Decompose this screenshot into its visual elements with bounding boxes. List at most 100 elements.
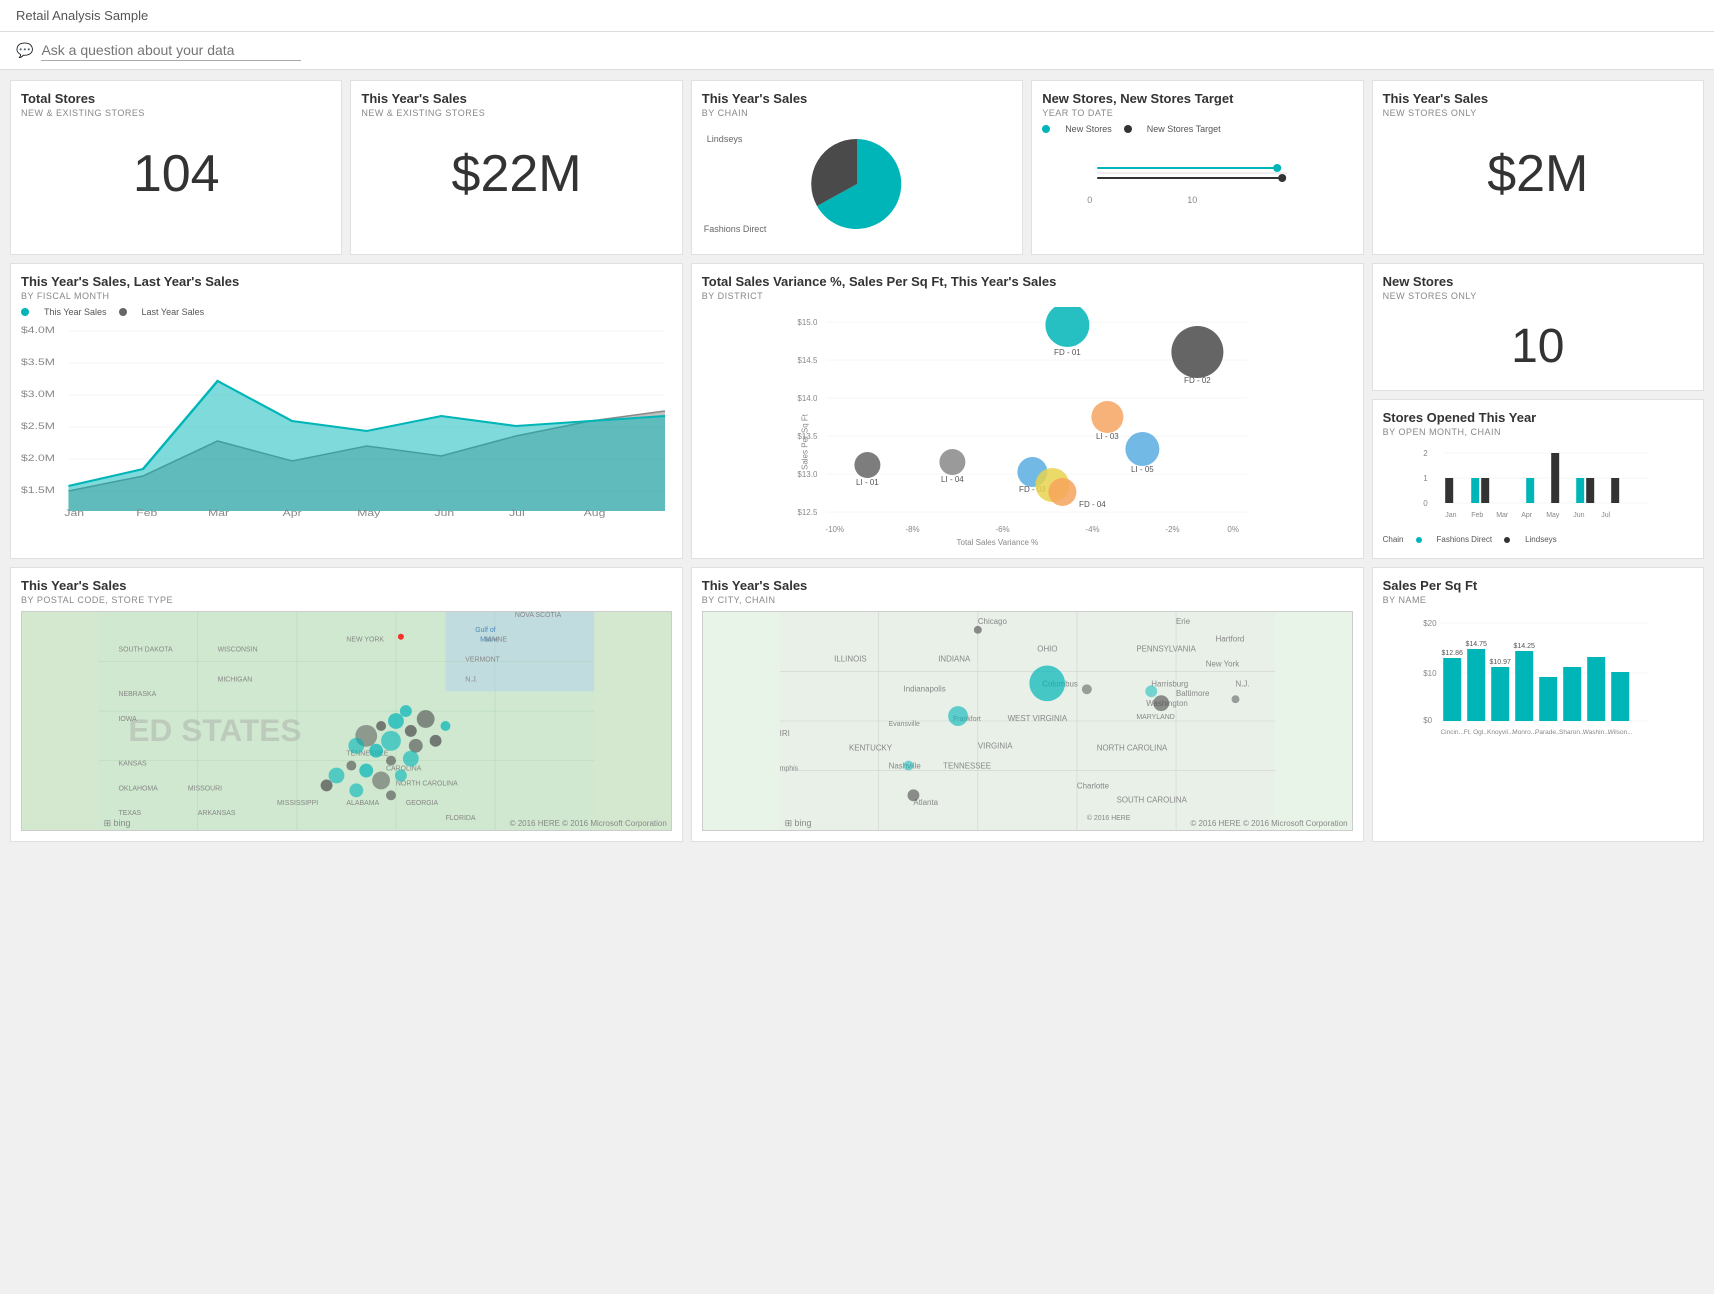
bar-chart-sm: 2 1 0 bbox=[1383, 443, 1693, 533]
new-stores-target-subtitle: YEAR TO DATE bbox=[1042, 108, 1352, 118]
dashboard: Total Stores NEW & EXISTING STORES 104 T… bbox=[0, 70, 1714, 852]
fiscal-month-subtitle: BY FISCAL MONTH bbox=[21, 291, 672, 301]
svg-text:Sharon...: Sharon... bbox=[1559, 729, 1586, 736]
legend-li-label-sm: Lindseys bbox=[1525, 535, 1557, 544]
pie-label-lindseys: Lindseys bbox=[707, 134, 743, 144]
city-map-copyright: © 2016 HERE © 2016 Microsoft Corporation bbox=[1190, 819, 1347, 828]
legend-thisyear-label: This Year Sales bbox=[44, 307, 107, 317]
svg-text:-4%: -4% bbox=[1085, 525, 1099, 534]
svg-text:$1.5M: $1.5M bbox=[21, 485, 55, 495]
card-postal-map: This Year's Sales BY POSTAL CODE, STORE … bbox=[10, 567, 683, 842]
svg-text:⊞ bing: ⊞ bing bbox=[104, 818, 131, 828]
svg-text:$15.0: $15.0 bbox=[797, 318, 818, 327]
legend-dot-fd-sm bbox=[1416, 537, 1422, 543]
svg-text:IOWA: IOWA bbox=[118, 716, 137, 723]
svg-text:LI - 03: LI - 03 bbox=[1096, 432, 1119, 441]
card-total-stores: Total Stores NEW & EXISTING STORES 104 bbox=[10, 80, 342, 255]
city-map-visual: Chicago Erie Hartford ILLINOIS INDIANA O… bbox=[702, 611, 1353, 831]
legend-fd-label-sm: Fashions Direct bbox=[1437, 535, 1493, 544]
postal-map-subtitle: BY POSTAL CODE, STORE TYPE bbox=[21, 595, 672, 605]
new-stores-value: 10 bbox=[1383, 307, 1693, 380]
svg-text:Apr: Apr bbox=[1521, 512, 1533, 519]
svg-text:$10.97: $10.97 bbox=[1489, 659, 1511, 666]
svg-text:Monro...: Monro... bbox=[1512, 729, 1536, 736]
svg-text:0: 0 bbox=[1423, 499, 1428, 508]
svg-text:Erie: Erie bbox=[1176, 617, 1191, 626]
svg-text:$2.0M: $2.0M bbox=[21, 453, 55, 463]
card-sales-new-existing: This Year's Sales NEW & EXISTING STORES … bbox=[350, 80, 682, 255]
legend-target-label: New Stores Target bbox=[1147, 124, 1221, 134]
sales-new-existing-value: $22M bbox=[361, 124, 671, 214]
svg-text:NORTH CAROLINA: NORTH CAROLINA bbox=[396, 780, 458, 787]
svg-text:© 2016 HERE: © 2016 HERE bbox=[1087, 814, 1131, 822]
svg-text:ARKANSAS: ARKANSAS bbox=[198, 810, 236, 817]
svg-text:Mar: Mar bbox=[208, 508, 229, 518]
svg-text:TENNESSEE: TENNESSEE bbox=[943, 762, 991, 771]
svg-text:FD - 02: FD - 02 bbox=[1184, 376, 1211, 385]
svg-text:MISSOURI: MISSOURI bbox=[188, 785, 222, 792]
svg-text:Mar: Mar bbox=[1496, 512, 1509, 519]
sales-new-only-value: $2M bbox=[1383, 124, 1693, 214]
legend-dot-new bbox=[1042, 125, 1050, 133]
svg-text:$2.5M: $2.5M bbox=[21, 421, 55, 431]
sqft-chart-svg: $20 $10 $0 $12.86 $14.75 $10.97 $14 bbox=[1383, 611, 1693, 771]
svg-text:$4.0M: $4.0M bbox=[21, 325, 55, 335]
city-map-title: This Year's Sales bbox=[702, 578, 1353, 593]
total-stores-subtitle: NEW & EXISTING STORES bbox=[21, 108, 331, 118]
svg-text:$3.5M: $3.5M bbox=[21, 357, 55, 367]
svg-text:NEBRASKA: NEBRASKA bbox=[118, 691, 156, 698]
svg-text:Wilson...: Wilson... bbox=[1607, 729, 1632, 736]
svg-text:Apr: Apr bbox=[283, 508, 302, 518]
district-title: Total Sales Variance %, Sales Per Sq Ft,… bbox=[702, 274, 1353, 289]
card-new-stores-top: New Stores NEW STORES ONLY 10 bbox=[1372, 263, 1704, 391]
card-sales-sqft: Sales Per Sq Ft BY NAME $20 $10 $0 $12.8… bbox=[1372, 567, 1704, 842]
svg-text:MICHIGAN: MICHIGAN bbox=[218, 676, 253, 683]
legend-dot-li-sm bbox=[1504, 537, 1510, 543]
svg-text:Evansville: Evansville bbox=[888, 721, 919, 728]
svg-text:Washin...: Washin... bbox=[1582, 729, 1609, 736]
svg-text:Charlotte: Charlotte bbox=[1077, 781, 1110, 790]
card-fiscal-month: This Year's Sales, Last Year's Sales BY … bbox=[10, 263, 683, 559]
scatter-svg: $15.0 $14.5 $14.0 $13.5 $13.0 $12.5 Sale… bbox=[702, 307, 1353, 547]
legend-new-label: New Stores bbox=[1065, 124, 1112, 134]
pie-label-fashions: Fashions Direct bbox=[704, 224, 767, 234]
pie-chart bbox=[807, 134, 907, 234]
svg-text:⊞ bing: ⊞ bing bbox=[784, 818, 811, 828]
bar-chart-sqft: $20 $10 $0 $12.86 $14.75 $10.97 $14 bbox=[1383, 611, 1693, 731]
svg-text:PENNSYLVANIA: PENNSYLVANIA bbox=[1136, 645, 1196, 654]
sales-sqft-subtitle: BY NAME bbox=[1383, 595, 1693, 605]
svg-text:VERMONT: VERMONT bbox=[465, 657, 500, 664]
area-chart-container: $4.0M $3.5M $3.0M $2.5M $2.0M $1.5M bbox=[21, 321, 672, 521]
district-subtitle: BY DISTRICT bbox=[702, 291, 1353, 301]
svg-text:KENTUCKY: KENTUCKY bbox=[849, 744, 893, 753]
scatter-container: $15.0 $14.5 $14.0 $13.5 $13.0 $12.5 Sale… bbox=[702, 307, 1353, 537]
new-stores-target-title: New Stores, New Stores Target bbox=[1042, 91, 1352, 106]
svg-text:Jan: Jan bbox=[1445, 512, 1456, 519]
postal-map-copyright: © 2016 HERE © 2016 Microsoft Corporation bbox=[510, 819, 667, 828]
stores-opened-subtitle: BY OPEN MONTH, CHAIN bbox=[1383, 427, 1693, 437]
city-map-subtitle: BY CITY, CHAIN bbox=[702, 595, 1353, 605]
svg-text:New York: New York bbox=[1206, 660, 1239, 669]
new-stores-subtitle: NEW STORES ONLY bbox=[1383, 291, 1693, 301]
svg-text:LI - 01: LI - 01 bbox=[856, 478, 879, 487]
qa-input[interactable] bbox=[41, 40, 301, 61]
svg-text:GEORGIA: GEORGIA bbox=[406, 800, 439, 807]
legend-dot-target bbox=[1124, 125, 1132, 133]
svg-text:Feb: Feb bbox=[1471, 512, 1483, 519]
svg-text:May: May bbox=[1546, 512, 1560, 519]
legend-dot-thisyear bbox=[21, 308, 29, 316]
card-sales-new-only: This Year's Sales NEW STORES ONLY $2M bbox=[1372, 80, 1704, 255]
card-city-map: This Year's Sales BY CITY, CHAIN Chicago… bbox=[691, 567, 1364, 842]
svg-text:ILLINOIS: ILLINOIS bbox=[834, 655, 867, 664]
svg-text:$3.0M: $3.0M bbox=[21, 389, 55, 399]
svg-text:0: 0 bbox=[1087, 195, 1092, 205]
svg-text:MAINE: MAINE bbox=[485, 637, 507, 644]
chain-label: Chain bbox=[1383, 535, 1404, 544]
bar-chart-sm-svg: 2 1 0 bbox=[1383, 443, 1693, 523]
svg-text:Ft. Ogl...: Ft. Ogl... bbox=[1463, 729, 1488, 736]
svg-text:NEW YORK: NEW YORK bbox=[346, 637, 384, 644]
postal-map-title: This Year's Sales bbox=[21, 578, 672, 593]
new-stores-title: New Stores bbox=[1383, 274, 1693, 289]
svg-text:$0: $0 bbox=[1423, 716, 1432, 725]
svg-text:LI - 05: LI - 05 bbox=[1131, 465, 1154, 474]
